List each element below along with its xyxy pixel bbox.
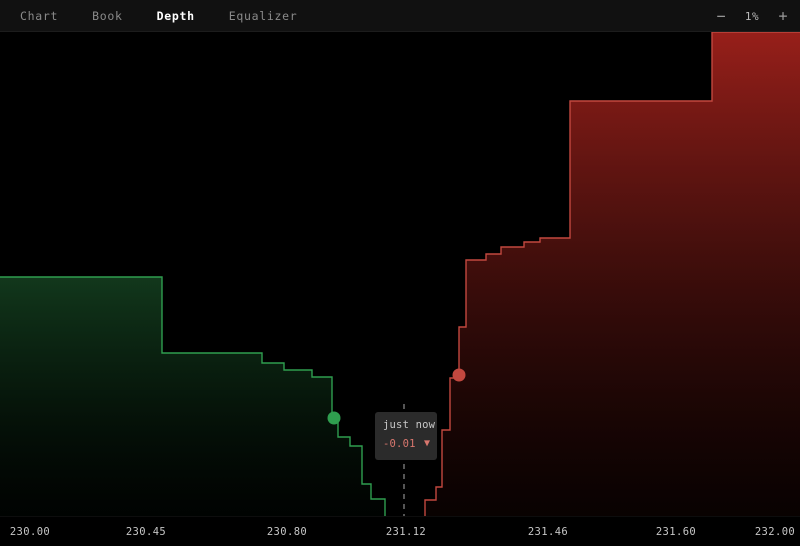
- depth-chart-app: Chart Book Depth Equalizer − 1% + just n…: [0, 0, 800, 546]
- ask-depth-series: [424, 32, 800, 516]
- bid-marker-dot: [327, 411, 341, 425]
- x-tick-label: 232.00: [754, 526, 796, 538]
- ask-marker-dot: [452, 368, 466, 382]
- tab-book[interactable]: Book: [86, 5, 129, 27]
- zoom-controls: − 1% +: [714, 0, 790, 32]
- zoom-out-icon[interactable]: −: [714, 8, 728, 23]
- tooltip-time-label: just now: [383, 419, 436, 431]
- x-tick-label: 230.80: [266, 526, 308, 538]
- arrow-down-icon: ▼: [423, 438, 430, 449]
- tab-depth[interactable]: Depth: [151, 5, 201, 27]
- depth-plot[interactable]: just now -0.01 ▼: [0, 32, 800, 516]
- bid-depth-series: [0, 276, 386, 516]
- tooltip-delta-row: -0.01 ▼: [383, 438, 430, 450]
- x-tick-label: 231.12: [385, 526, 427, 538]
- tooltip-delta-value: -0.01: [383, 438, 416, 450]
- price-tooltip: just now -0.01 ▼: [375, 412, 437, 460]
- tab-chart[interactable]: Chart: [14, 5, 64, 27]
- x-axis: 230.00 230.45 230.80 231.12 231.46 231.6…: [0, 516, 800, 546]
- x-tick-label: 230.00: [9, 526, 51, 538]
- toolbar: Chart Book Depth Equalizer − 1% +: [0, 0, 800, 32]
- x-tick-label: 230.45: [125, 526, 167, 538]
- tab-equalizer[interactable]: Equalizer: [223, 5, 304, 27]
- zoom-level-label: 1%: [744, 9, 760, 23]
- x-tick-label: 231.46: [527, 526, 569, 538]
- tab-bar: Chart Book Depth Equalizer: [14, 5, 325, 27]
- x-tick-label: 231.60: [655, 526, 697, 538]
- zoom-in-icon[interactable]: +: [776, 8, 790, 23]
